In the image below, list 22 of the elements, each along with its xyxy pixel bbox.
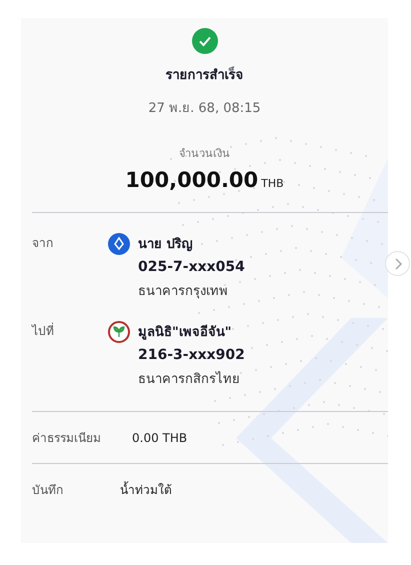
party-label: จาก bbox=[32, 235, 54, 252]
bank-name: ธนาคารกรุงเทพ bbox=[138, 283, 229, 301]
note-value: น้ำท่วมใต้ bbox=[120, 480, 172, 499]
amount-value: 100,000.00 bbox=[125, 168, 258, 192]
party-label: ไปที่ bbox=[32, 322, 55, 340]
currency-label: THB bbox=[261, 177, 284, 190]
bank-name: ธนาคารกสิกรไทย bbox=[138, 370, 241, 389]
account-number: 025-7-xxx054 bbox=[138, 259, 246, 275]
account-number: 216-3-xxx902 bbox=[138, 347, 246, 363]
account-name: นาย ปริญ bbox=[138, 236, 194, 254]
amount-label: จำนวนเงิน bbox=[179, 146, 230, 162]
next-button[interactable] bbox=[385, 251, 410, 276]
lotus-icon bbox=[108, 233, 130, 255]
sprout-icon bbox=[108, 321, 130, 343]
success-check-icon bbox=[192, 28, 218, 54]
fee-label: ค่าธรรมเนียม bbox=[32, 430, 102, 447]
transaction-datetime: 27 พ.ย. 68, 08:15 bbox=[148, 100, 261, 118]
fee-value: 0.00 THB bbox=[132, 430, 188, 444]
note-label: บันทึก bbox=[32, 482, 64, 499]
account-name: มูลนิธิ"เพจอีจัน" bbox=[138, 324, 233, 342]
status-title: รายการสำเร็จ bbox=[166, 66, 244, 85]
chevron-right-icon bbox=[392, 258, 402, 270]
